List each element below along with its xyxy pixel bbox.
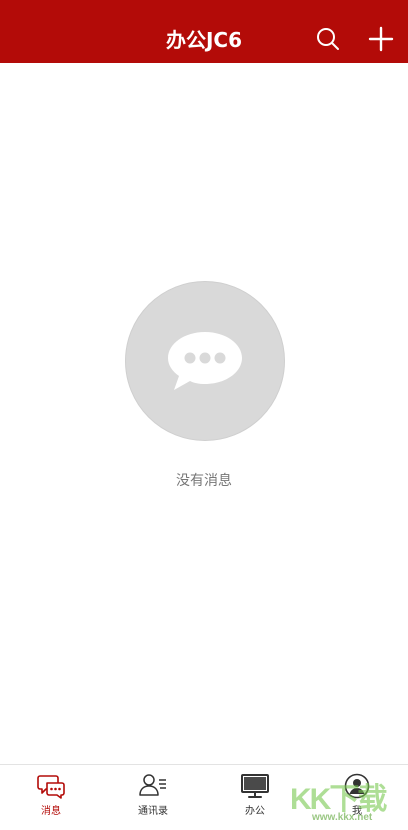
plus-icon <box>368 26 394 52</box>
search-button[interactable] <box>315 26 341 52</box>
page-title: 办公JC6 <box>165 28 243 52</box>
add-button[interactable] <box>368 26 394 52</box>
app-header: 办公JC6 <box>0 0 408 63</box>
empty-state-text: 没有消息 <box>176 473 232 489</box>
tab-me[interactable]: 我 <box>306 765 408 830</box>
tab-label: 消息 <box>41 806 61 817</box>
chat-bubble-icon <box>168 332 242 390</box>
tab-contacts[interactable]: 通讯录 <box>102 765 204 830</box>
empty-state: 没有消息 <box>0 0 408 829</box>
monitor-icon <box>241 774 269 798</box>
tab-label: 我 <box>352 806 362 817</box>
tab-office[interactable]: 办公 <box>204 765 306 830</box>
bottom-tab-bar: 消息 通讯录 办公 我 <box>0 764 408 830</box>
search-icon <box>317 28 339 50</box>
empty-state-badge <box>125 281 285 441</box>
tab-messages[interactable]: 消息 <box>0 765 102 830</box>
tab-label: 办公 <box>245 806 265 817</box>
chat-bubbles-icon <box>37 775 65 799</box>
contacts-icon <box>139 774 166 796</box>
user-icon <box>344 773 370 799</box>
tab-label: 通讯录 <box>138 806 168 817</box>
